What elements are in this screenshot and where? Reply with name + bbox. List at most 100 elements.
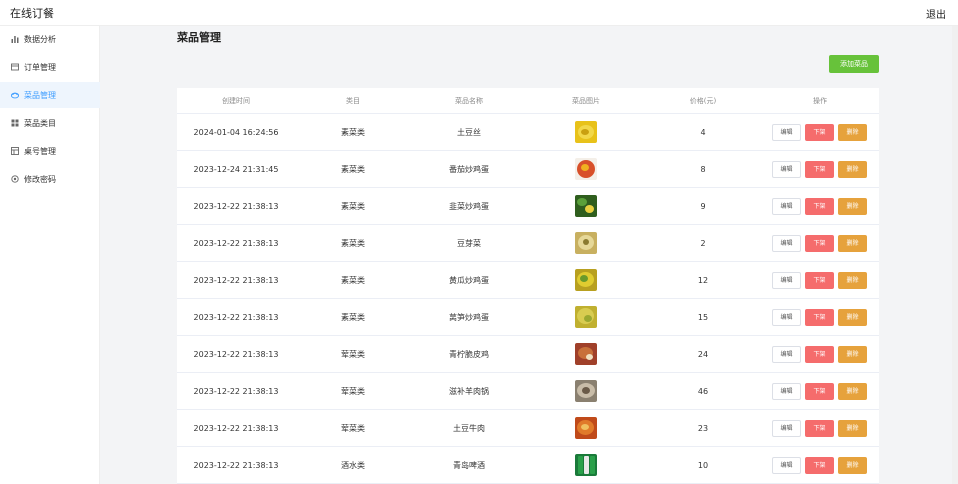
edit-button[interactable]: 编辑 bbox=[772, 420, 801, 437]
edit-button[interactable]: 编辑 bbox=[772, 309, 801, 326]
cell-price: 23 bbox=[697, 424, 709, 433]
table-row: 2024-01-04 16:24:56 素菜类 土豆丝 4 编辑 下架 删除 bbox=[177, 114, 879, 151]
sidebar-item-label: 修改密码 bbox=[24, 174, 56, 184]
row-actions: 编辑 下架 删除 bbox=[772, 383, 867, 400]
main-content: 菜品管理 添加菜品 创建时间 类目 菜品名称 菜品图片 价格(元) 操作 202… bbox=[100, 26, 952, 484]
cell-name: 青岛啤酒 bbox=[453, 461, 485, 470]
edit-button[interactable]: 编辑 bbox=[772, 124, 801, 141]
row-actions: 编辑 下架 删除 bbox=[772, 457, 867, 474]
delete-button[interactable]: 删除 bbox=[838, 420, 867, 437]
sidebar-item-orders[interactable]: 订单管理 bbox=[0, 54, 100, 80]
take-down-button[interactable]: 下架 bbox=[805, 124, 834, 141]
table-row: 2023-12-22 21:38:13 素菜类 莴笋炒鸡蛋 15 编辑 下架 删… bbox=[177, 299, 879, 336]
page-title: 菜品管理 bbox=[177, 31, 221, 44]
row-actions: 编辑 下架 删除 bbox=[772, 272, 867, 289]
row-actions: 编辑 下架 删除 bbox=[772, 124, 867, 141]
bar-chart-icon bbox=[11, 35, 19, 43]
cell-name: 番茄炒鸡蛋 bbox=[449, 165, 489, 174]
edit-button[interactable]: 编辑 bbox=[772, 346, 801, 363]
take-down-button[interactable]: 下架 bbox=[805, 309, 834, 326]
logout-button[interactable]: 退出 bbox=[926, 6, 946, 21]
edit-button[interactable]: 编辑 bbox=[772, 272, 801, 289]
cell-category: 素菜类 bbox=[341, 313, 365, 322]
sidebar-item-dish-management[interactable]: 菜品管理 bbox=[0, 82, 100, 108]
column-header: 菜品图片 bbox=[572, 97, 600, 105]
edit-button[interactable]: 编辑 bbox=[772, 161, 801, 178]
table-row: 2023-12-22 21:38:13 荤菜类 滋补羊肉锅 46 编辑 下架 删… bbox=[177, 373, 879, 410]
dish-thumbnail[interactable] bbox=[575, 158, 597, 180]
dish-thumbnail[interactable] bbox=[575, 417, 597, 439]
delete-button[interactable]: 删除 bbox=[838, 124, 867, 141]
dish-thumbnail[interactable] bbox=[575, 454, 597, 476]
table-row: 2023-12-22 21:38:13 素菜类 黄瓜炒鸡蛋 12 编辑 下架 删… bbox=[177, 262, 879, 299]
cell-image bbox=[527, 336, 645, 373]
row-actions: 编辑 下架 删除 bbox=[772, 235, 867, 252]
cell-created: 2023-12-22 21:38:13 bbox=[193, 239, 279, 248]
take-down-button[interactable]: 下架 bbox=[805, 235, 834, 252]
dish-thumbnail[interactable] bbox=[575, 269, 597, 291]
column-header: 类目 bbox=[346, 97, 360, 105]
cell-image bbox=[527, 410, 645, 447]
dish-thumbnail[interactable] bbox=[575, 232, 597, 254]
cell-image bbox=[527, 262, 645, 299]
delete-button[interactable]: 删除 bbox=[838, 346, 867, 363]
row-actions: 编辑 下架 删除 bbox=[772, 198, 867, 215]
sidebar-item-data-analysis[interactable]: 数据分析 bbox=[0, 26, 100, 52]
dish-thumbnail[interactable] bbox=[575, 306, 597, 328]
order-icon bbox=[11, 63, 19, 71]
delete-button[interactable]: 删除 bbox=[838, 272, 867, 289]
cell-created: 2023-12-22 21:38:13 bbox=[193, 313, 279, 322]
table-row: 2023-12-22 21:38:13 酒水类 青岛啤酒 10 编辑 下架 删除 bbox=[177, 447, 879, 484]
table-row: 2023-12-22 21:38:13 荤菜类 土豆牛肉 23 编辑 下架 删除 bbox=[177, 410, 879, 447]
dish-thumbnail[interactable] bbox=[575, 121, 597, 143]
sidebar-item-tables[interactable]: 桌号管理 bbox=[0, 138, 100, 164]
dish-thumbnail[interactable] bbox=[575, 380, 597, 402]
sidebar-item-label: 数据分析 bbox=[24, 34, 56, 44]
take-down-button[interactable]: 下架 bbox=[805, 420, 834, 437]
take-down-button[interactable]: 下架 bbox=[805, 346, 834, 363]
delete-button[interactable]: 删除 bbox=[838, 161, 867, 178]
cell-price: 8 bbox=[700, 165, 706, 174]
take-down-button[interactable]: 下架 bbox=[805, 383, 834, 400]
take-down-button[interactable]: 下架 bbox=[805, 198, 834, 215]
cell-price: 24 bbox=[697, 350, 709, 359]
cell-created: 2023-12-24 21:31:45 bbox=[193, 165, 279, 174]
column-header: 操作 bbox=[813, 97, 827, 105]
edit-button[interactable]: 编辑 bbox=[772, 198, 801, 215]
edit-button[interactable]: 编辑 bbox=[772, 235, 801, 252]
cell-name: 滋补羊肉锅 bbox=[449, 387, 489, 396]
cell-created: 2023-12-22 21:38:13 bbox=[193, 387, 279, 396]
sidebar-item-label: 菜品管理 bbox=[24, 90, 56, 100]
dish-thumbnail[interactable] bbox=[575, 195, 597, 217]
table-row: 2023-12-22 21:38:13 素菜类 豆芽菜 2 编辑 下架 删除 bbox=[177, 225, 879, 262]
table-icon bbox=[11, 147, 19, 155]
delete-button[interactable]: 删除 bbox=[838, 198, 867, 215]
delete-button[interactable]: 删除 bbox=[838, 457, 867, 474]
delete-button[interactable]: 删除 bbox=[838, 309, 867, 326]
edit-button[interactable]: 编辑 bbox=[772, 457, 801, 474]
cell-created: 2023-12-22 21:38:13 bbox=[193, 350, 279, 359]
edit-button[interactable]: 编辑 bbox=[772, 383, 801, 400]
take-down-button[interactable]: 下架 bbox=[805, 457, 834, 474]
table-row: 2023-12-22 21:38:13 素菜类 韭菜炒鸡蛋 9 编辑 下架 删除 bbox=[177, 188, 879, 225]
sidebar-item-change-password[interactable]: 修改密码 bbox=[0, 166, 100, 192]
cell-image bbox=[527, 373, 645, 410]
grid-icon bbox=[11, 119, 19, 127]
cell-image bbox=[527, 151, 645, 188]
take-down-button[interactable]: 下架 bbox=[805, 272, 834, 289]
delete-button[interactable]: 删除 bbox=[838, 383, 867, 400]
column-header: 创建时间 bbox=[222, 97, 250, 105]
cell-created: 2023-12-22 21:38:13 bbox=[193, 276, 279, 285]
cell-name: 韭菜炒鸡蛋 bbox=[449, 202, 489, 211]
delete-button[interactable]: 删除 bbox=[838, 235, 867, 252]
sidebar-item-dish-categories[interactable]: 菜品类目 bbox=[0, 110, 100, 136]
table-header: 创建时间 类目 菜品名称 菜品图片 价格(元) 操作 bbox=[177, 88, 879, 114]
cell-category: 荤菜类 bbox=[341, 424, 365, 433]
scrollbar[interactable] bbox=[952, 26, 958, 484]
cell-name: 豆芽菜 bbox=[457, 239, 481, 248]
cell-name: 土豆丝 bbox=[457, 128, 481, 137]
cell-image bbox=[527, 225, 645, 262]
add-dish-button[interactable]: 添加菜品 bbox=[829, 55, 879, 73]
dish-thumbnail[interactable] bbox=[575, 343, 597, 365]
take-down-button[interactable]: 下架 bbox=[805, 161, 834, 178]
